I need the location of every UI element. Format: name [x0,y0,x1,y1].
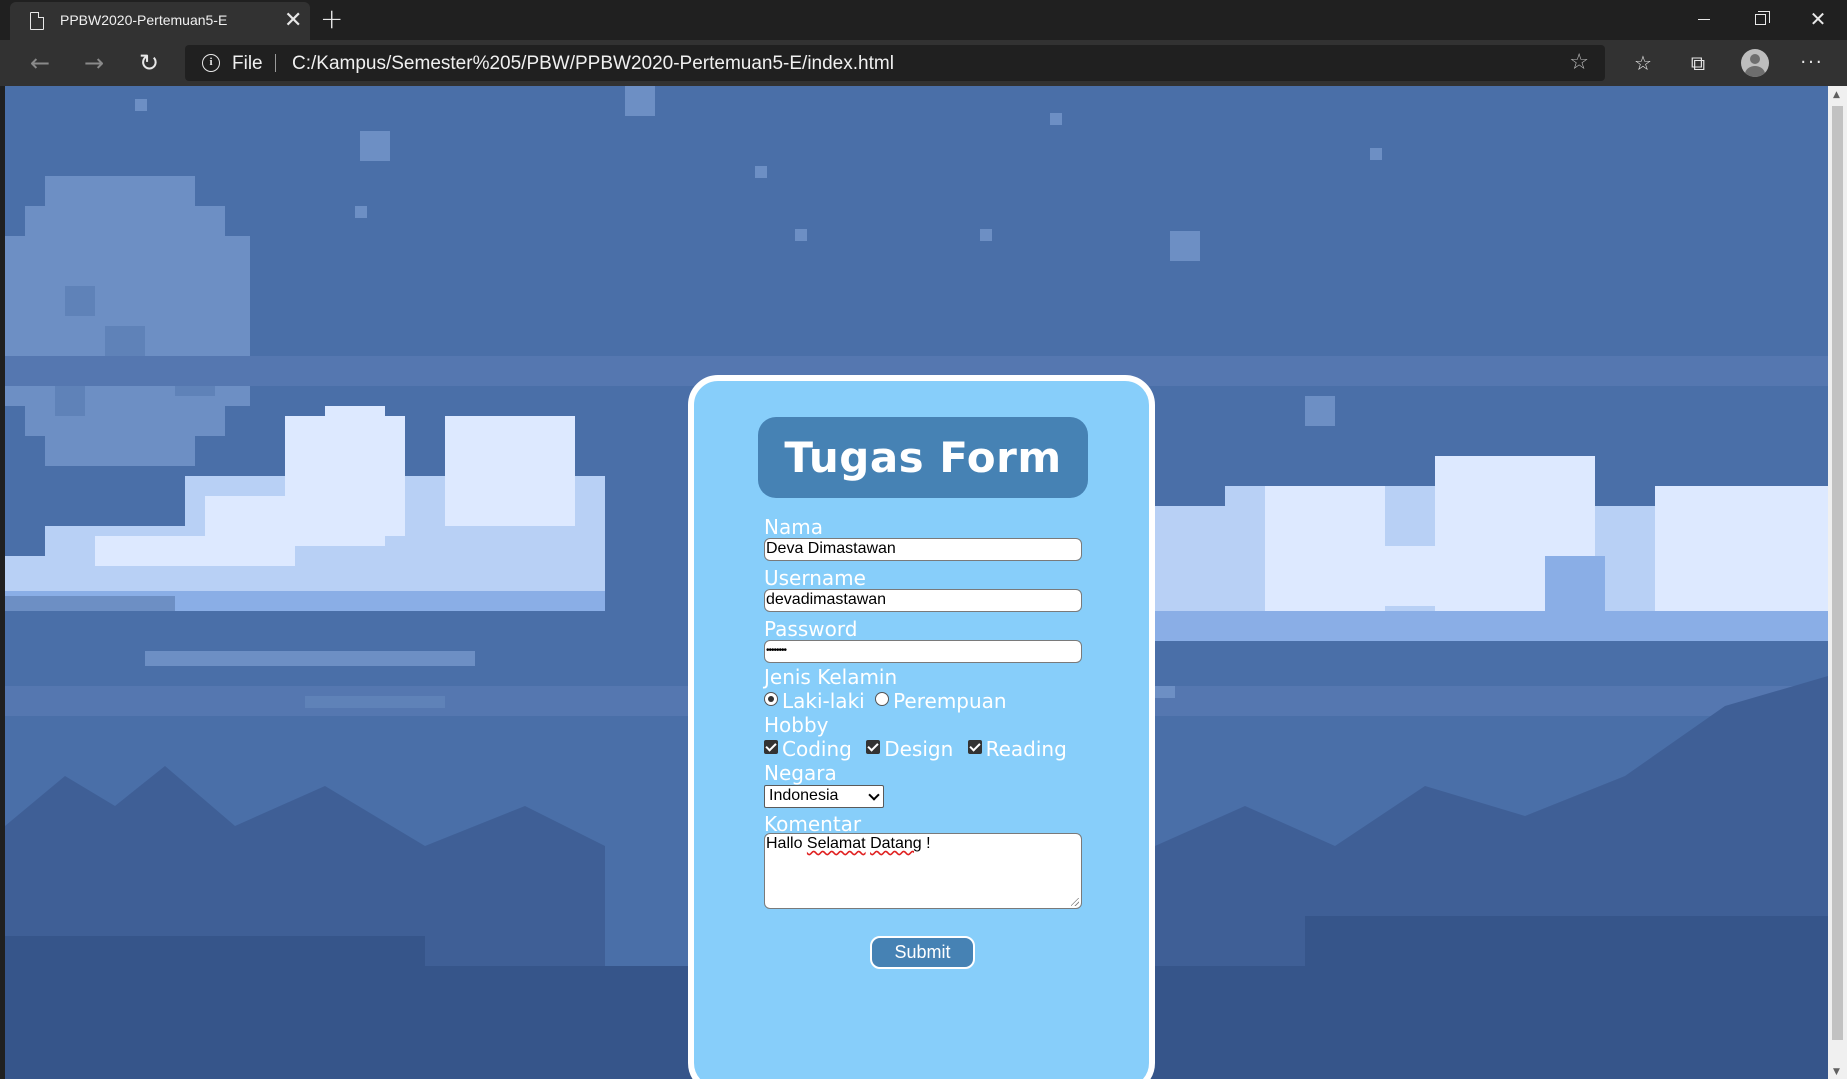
username-input[interactable]: devadimastawan [764,589,1082,612]
checkbox-coding[interactable] [764,740,778,754]
checkbox-design-label[interactable]: Design [884,737,953,761]
moon [5,176,250,466]
password-label: Password [764,617,858,641]
checkbox-reading-label[interactable]: Reading [986,737,1067,761]
tab-strip: PPBW2020-Pertemuan5-E ✕ + ✕ [0,0,1847,40]
address-divider [275,54,276,72]
negara-label: Negara [764,761,837,785]
submit-button[interactable]: Submit [870,936,975,969]
resize-handle-icon[interactable] [1071,898,1079,906]
reload-icon[interactable]: ↻ [131,46,167,80]
chevron-down-icon [868,789,880,801]
forward-icon[interactable]: → [76,46,112,80]
negara-selected-value: Indonesia [769,787,839,804]
favorites-icon[interactable]: ☆ [1627,48,1659,78]
info-icon[interactable]: i [202,54,220,72]
negara-select[interactable]: Indonesia [764,785,884,808]
url-text[interactable]: C:/Kampus/Semester%205/PBW/PPBW2020-Pert… [292,53,894,75]
hobby-label: Hobby [764,713,829,737]
plus-icon[interactable]: + [320,2,343,35]
address-bar[interactable]: i File C:/Kampus/Semester%205/PBW/PPBW20… [185,45,1605,81]
checkbox-coding-label[interactable]: Coding [782,737,852,761]
back-icon[interactable]: ← [22,46,58,80]
komentar-text-5: ! [921,835,931,852]
komentar-text-1: Hallo [766,835,807,852]
komentar-text-4: Datang [870,835,922,852]
collections-icon[interactable]: ⧉ [1682,48,1714,78]
page-icon [30,12,44,30]
gender-label: Jenis Kelamin [764,665,898,689]
password-input[interactable]: •••••••• [764,640,1082,663]
hobby-options: Coding Design Reading [764,737,1067,761]
profile-icon[interactable] [1741,49,1769,77]
form-title-box: Tugas Form [758,417,1088,498]
komentar-text-2: Selamat [806,835,866,852]
komentar-textarea[interactable]: Hallo Selamat Datang ! [764,833,1082,909]
scroll-thumb[interactable] [1832,106,1843,1040]
username-label: Username [764,566,866,590]
checkbox-design[interactable] [866,740,881,754]
close-icon[interactable]: ✕ [284,9,302,33]
radio-perempuan[interactable] [875,692,890,706]
maximize-icon[interactable] [1732,0,1788,38]
browser-toolbar: ← → ↻ i File C:/Kampus/Semester%205/PBW/… [0,40,1847,86]
more-icon[interactable]: ··· [1796,48,1828,78]
tab-title: PPBW2020-Pertemuan5-E [60,12,228,28]
minimize-icon[interactable] [1676,0,1732,38]
checkbox-reading[interactable] [967,740,982,754]
form-card: Tugas Form Nama Deva Dimastawan Username… [688,375,1155,1079]
scroll-up-icon[interactable]: ▲ [1833,90,1840,100]
close-window-icon[interactable]: ✕ [1790,0,1846,38]
scheme-label[interactable]: File [232,53,263,75]
nama-label: Nama [764,515,823,539]
vertical-scrollbar[interactable]: ▲ ▼ [1828,86,1847,1079]
star-icon[interactable]: ☆ [1569,50,1589,75]
page-viewport: Tugas Form Nama Deva Dimastawan Username… [5,86,1828,1079]
radio-perempuan-label[interactable]: Perempuan [893,689,1007,713]
gender-options: Laki-laki Perempuan [764,689,1007,713]
form-title: Tugas Form [784,433,1062,482]
nama-input[interactable]: Deva Dimastawan [764,538,1082,561]
browser-tab[interactable]: PPBW2020-Pertemuan5-E ✕ [10,2,310,40]
radio-laki-laki-label[interactable]: Laki-laki [782,689,865,713]
scroll-down-icon[interactable]: ▼ [1833,1067,1840,1077]
radio-laki-laki[interactable] [764,692,778,706]
